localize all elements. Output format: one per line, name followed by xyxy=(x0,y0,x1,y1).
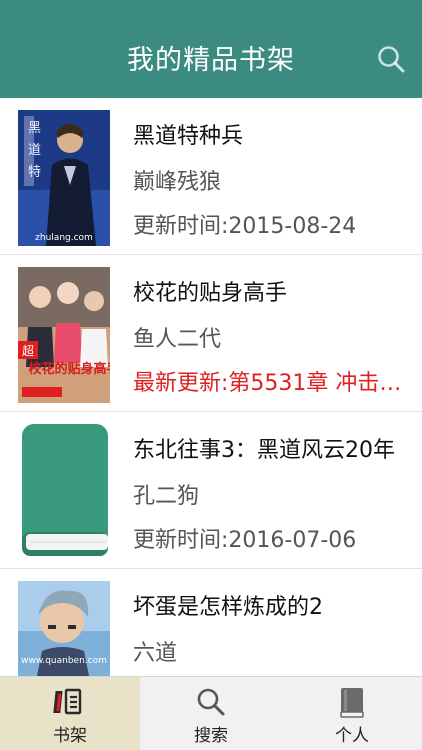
svg-text:道: 道 xyxy=(28,143,41,158)
tab-search[interactable]: 搜索 xyxy=(141,677,281,750)
search-icon[interactable] xyxy=(376,44,406,74)
nav-bar: 我的精品书架 xyxy=(0,0,422,98)
svg-text:黑: 黑 xyxy=(28,121,41,136)
book-placeholder-icon xyxy=(18,424,110,560)
book-row[interactable]: 超 校花的贴身高手 校花的贴身高手 鱼人二代 最新更新:第5531章 冲击虚神境 xyxy=(0,255,422,412)
cover-watermark: www.quanben.com xyxy=(21,656,107,666)
book-list: 黑 道 特 zhulang.com 黑道特种兵 巅峰残狼 更新时间:2015-0… xyxy=(0,98,422,676)
tab-profile[interactable]: 个人 xyxy=(282,677,422,750)
app-screen: 我的精品书架 黑 道 特 zhulang.com 黑道特种兵 巅峰残狼 更新时间… xyxy=(0,0,422,750)
book-icon xyxy=(339,687,365,723)
cover-title-text: 校花的贴身高手 xyxy=(28,361,110,377)
book-update: 更新时间:2015-08-24 xyxy=(133,214,357,239)
book-title: 校花的贴身高手 xyxy=(133,281,288,306)
page-title: 我的精品书架 xyxy=(127,45,295,76)
book-cover-image: www.quanben.com xyxy=(18,581,110,676)
tab-label: 书架 xyxy=(53,726,87,746)
book-row[interactable]: 黑 道 特 zhulang.com 黑道特种兵 巅峰残狼 更新时间:2015-0… xyxy=(0,98,422,255)
svg-text:特: 特 xyxy=(28,165,41,180)
book-row[interactable]: 东北往事3：黑道风云20年 孔二狗 更新时间:2016-07-06 xyxy=(0,412,422,569)
book-author: 巅峰残狼 xyxy=(133,170,222,195)
book-author: 孔二狗 xyxy=(133,484,200,509)
tab-bar: 书架 搜索 个人 xyxy=(0,676,422,750)
svg-text:超: 超 xyxy=(22,343,34,358)
tab-bookshelf[interactable]: 书架 xyxy=(0,677,140,750)
cover-watermark: zhulang.com xyxy=(35,233,93,243)
book-latest-chapter: 最新更新:第5531章 冲击虚神境 xyxy=(133,371,415,396)
tab-label: 搜索 xyxy=(194,726,228,746)
book-title: 黑道特种兵 xyxy=(133,124,244,149)
book-update: 更新时间:2016-07-06 xyxy=(133,528,357,553)
book-row[interactable]: www.quanben.com 坏蛋是怎样炼成的2 六道 xyxy=(0,569,422,676)
tab-label: 个人 xyxy=(335,726,369,746)
bookshelf-icon xyxy=(53,687,87,721)
book-cover-image: 黑 道 特 zhulang.com xyxy=(18,110,110,246)
book-author: 六道 xyxy=(133,641,178,666)
book-author: 鱼人二代 xyxy=(133,327,222,352)
book-title: 坏蛋是怎样炼成的2 xyxy=(133,595,323,620)
book-cover-image: 超 校花的贴身高手 xyxy=(18,267,110,403)
book-title: 东北往事3：黑道风云20年 xyxy=(133,438,395,463)
search-icon xyxy=(196,687,226,721)
